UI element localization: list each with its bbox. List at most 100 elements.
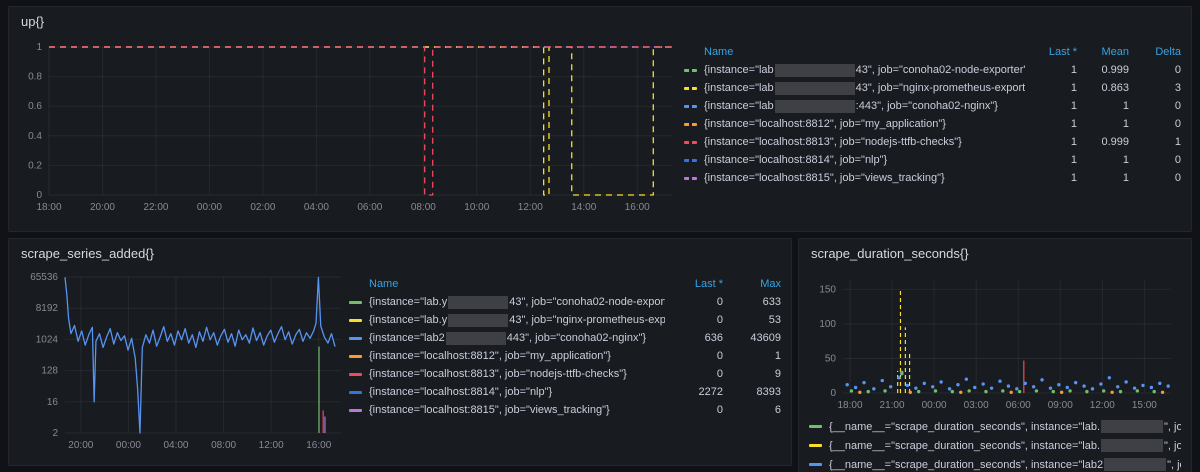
legend-row[interactable]: {instance="localhost:8813", job="nodejs-… — [349, 365, 781, 383]
legend-value: 1 — [723, 350, 781, 362]
legend-value: 53 — [723, 314, 781, 326]
legend-value: 1 — [1077, 118, 1129, 130]
svg-text:18:00: 18:00 — [36, 202, 61, 213]
legend-row[interactable]: {instance="lab43", job="conoha02-node-ex… — [684, 61, 1181, 79]
grafana-dashboard: up{} 00.20.40.60.8118:0020:0022:0000:000… — [0, 0, 1200, 472]
legend-value: 0 — [1129, 118, 1181, 130]
up-timeseries-chart[interactable]: 00.20.40.60.8118:0020:0022:0000:0002:000… — [19, 33, 684, 219]
series-label: {instance="localhost:8812", job="my_appl… — [684, 118, 1025, 130]
legend-value: 633 — [723, 296, 781, 308]
redacted-text — [446, 332, 506, 345]
legend-row[interactable]: {instance="lab2443", job="conoha02-nginx… — [349, 329, 781, 347]
legend-row[interactable]: {instance="localhost:8815", job="views_t… — [684, 169, 1181, 187]
legend-row[interactable]: {instance="localhost:8815", job="views_t… — [349, 401, 781, 419]
legend-value: 0 — [1129, 64, 1181, 76]
svg-text:12:00: 12:00 — [518, 202, 543, 213]
svg-text:00:00: 00:00 — [197, 202, 222, 213]
svg-text:10:00: 10:00 — [464, 202, 489, 213]
legend-value: 0 — [665, 296, 723, 308]
svg-text:2: 2 — [52, 428, 58, 439]
series-label: {instance="localhost:8812", job="my_appl… — [349, 350, 665, 362]
scrape-series-added-legend-table: NameLast *Max {instance="lab.y43", job="c… — [349, 265, 781, 419]
series-label: {instance="localhost:8815", job="views_t… — [684, 172, 1025, 184]
series-label: {__name__="scrape_duration_seconds", ins… — [809, 420, 1181, 433]
svg-text:0: 0 — [36, 190, 42, 201]
svg-text:12:00: 12:00 — [259, 440, 284, 451]
series-color-icon — [349, 355, 362, 358]
svg-text:08:00: 08:00 — [211, 440, 236, 451]
legend-header: NameLast *Max — [349, 275, 781, 293]
series-label: {instance="lab.y43", job="conoha02-node-… — [349, 296, 665, 309]
panel-up-title[interactable]: up{} — [21, 13, 1181, 31]
scrape-duration-seconds-chart[interactable]: 05010015018:0021:0000:0003:0006:0009:001… — [809, 265, 1181, 415]
series-color-icon — [684, 123, 697, 126]
series-label: {instance="lab:443", job="conoha02-nginx… — [684, 100, 1025, 113]
legend-value: 1 — [1025, 118, 1077, 130]
legend-row[interactable]: {instance="localhost:8814", job="nlp"}11… — [684, 151, 1181, 169]
legend-value: 1 — [1025, 154, 1077, 166]
panel-scrape-series-added-title[interactable]: scrape_series_added{} — [21, 245, 781, 263]
legend-value: 1 — [1129, 136, 1181, 148]
legend-value: 1 — [1025, 82, 1077, 94]
svg-text:1: 1 — [36, 42, 42, 53]
series-color-icon — [684, 105, 697, 108]
legend-row[interactable]: {instance="localhost:8812", job="my_appl… — [349, 347, 781, 365]
panel-scrape-duration-seconds-title[interactable]: scrape_duration_seconds{} — [811, 245, 1181, 263]
svg-text:02:00: 02:00 — [250, 202, 275, 213]
legend-row[interactable]: {instance="lab.y43", job="nginx-promethe… — [349, 311, 781, 329]
svg-text:00:00: 00:00 — [922, 400, 947, 411]
svg-text:0.6: 0.6 — [28, 101, 42, 112]
series-color-icon — [349, 301, 362, 304]
svg-text:09:00: 09:00 — [1048, 400, 1073, 411]
legend-row[interactable]: {instance="localhost:8813", job="nodejs-… — [684, 133, 1181, 151]
svg-text:1024: 1024 — [36, 334, 59, 345]
legend-column-last[interactable]: Last * — [1025, 46, 1077, 58]
legend-row[interactable]: {__name__="scrape_duration_seconds", ins… — [809, 436, 1181, 455]
legend-row[interactable]: {__name__="scrape_duration_seconds", ins… — [809, 455, 1181, 472]
svg-text:04:00: 04:00 — [304, 202, 329, 213]
redacted-text — [775, 82, 855, 95]
legend-value: 0 — [665, 404, 723, 416]
legend-column-name[interactable]: Name — [684, 46, 1025, 58]
series-label: {instance="lab43", job="conoha02-node-ex… — [684, 64, 1025, 77]
legend-row[interactable]: {instance="lab43", job="nginx-prometheus… — [684, 79, 1181, 97]
svg-text:21:00: 21:00 — [880, 400, 905, 411]
svg-text:00:00: 00:00 — [116, 440, 141, 451]
legend-row[interactable]: {instance="localhost:8814", job="nlp"}22… — [349, 383, 781, 401]
svg-text:22:00: 22:00 — [143, 202, 168, 213]
redacted-text — [1101, 439, 1163, 452]
legend-row[interactable]: {instance="localhost:8812", job="my_appl… — [684, 115, 1181, 133]
legend-column-max[interactable]: Max — [723, 278, 781, 290]
svg-text:16:00: 16:00 — [625, 202, 650, 213]
series-color-icon — [684, 141, 697, 144]
series-color-icon — [349, 337, 362, 340]
series-color-icon — [349, 409, 362, 412]
series-color-icon — [349, 391, 362, 394]
legend-column-name[interactable]: Name — [349, 278, 665, 290]
legend-column-mean[interactable]: Mean — [1077, 46, 1129, 58]
legend-row[interactable]: {instance="lab:443", job="conoha02-nginx… — [684, 97, 1181, 115]
legend-value: 1 — [1077, 154, 1129, 166]
legend-value: 43609 — [723, 332, 781, 344]
legend-value: 0 — [665, 368, 723, 380]
series-color-icon — [349, 373, 362, 376]
svg-text:15:00: 15:00 — [1132, 400, 1157, 411]
series-label: {__name__="scrape_duration_seconds", ins… — [809, 458, 1181, 471]
series-color-icon — [684, 69, 697, 72]
legend-column-delta[interactable]: Delta — [1129, 46, 1181, 58]
svg-text:0.2: 0.2 — [28, 160, 42, 171]
scrape-series-added-chart[interactable]: 655368192102412816220:0000:0004:0008:001… — [19, 265, 349, 455]
legend-column-last[interactable]: Last * — [665, 278, 723, 290]
svg-text:0.4: 0.4 — [28, 131, 42, 142]
legend-value: 0 — [1129, 100, 1181, 112]
legend-row[interactable]: {__name__="scrape_duration_seconds", ins… — [809, 417, 1181, 436]
legend-value: 6 — [723, 404, 781, 416]
series-label: {instance="localhost:8814", job="nlp"} — [684, 154, 1025, 166]
legend-value: 1 — [1025, 172, 1077, 184]
legend-row[interactable]: {instance="lab.y43", job="conoha02-node-… — [349, 293, 781, 311]
svg-text:20:00: 20:00 — [90, 202, 115, 213]
up-legend-table: NameLast *MeanDelta {instance="lab43", jo… — [684, 33, 1181, 187]
legend-header: NameLast *MeanDelta — [684, 43, 1181, 61]
legend-value: 0.999 — [1077, 136, 1129, 148]
svg-text:06:00: 06:00 — [1006, 400, 1031, 411]
